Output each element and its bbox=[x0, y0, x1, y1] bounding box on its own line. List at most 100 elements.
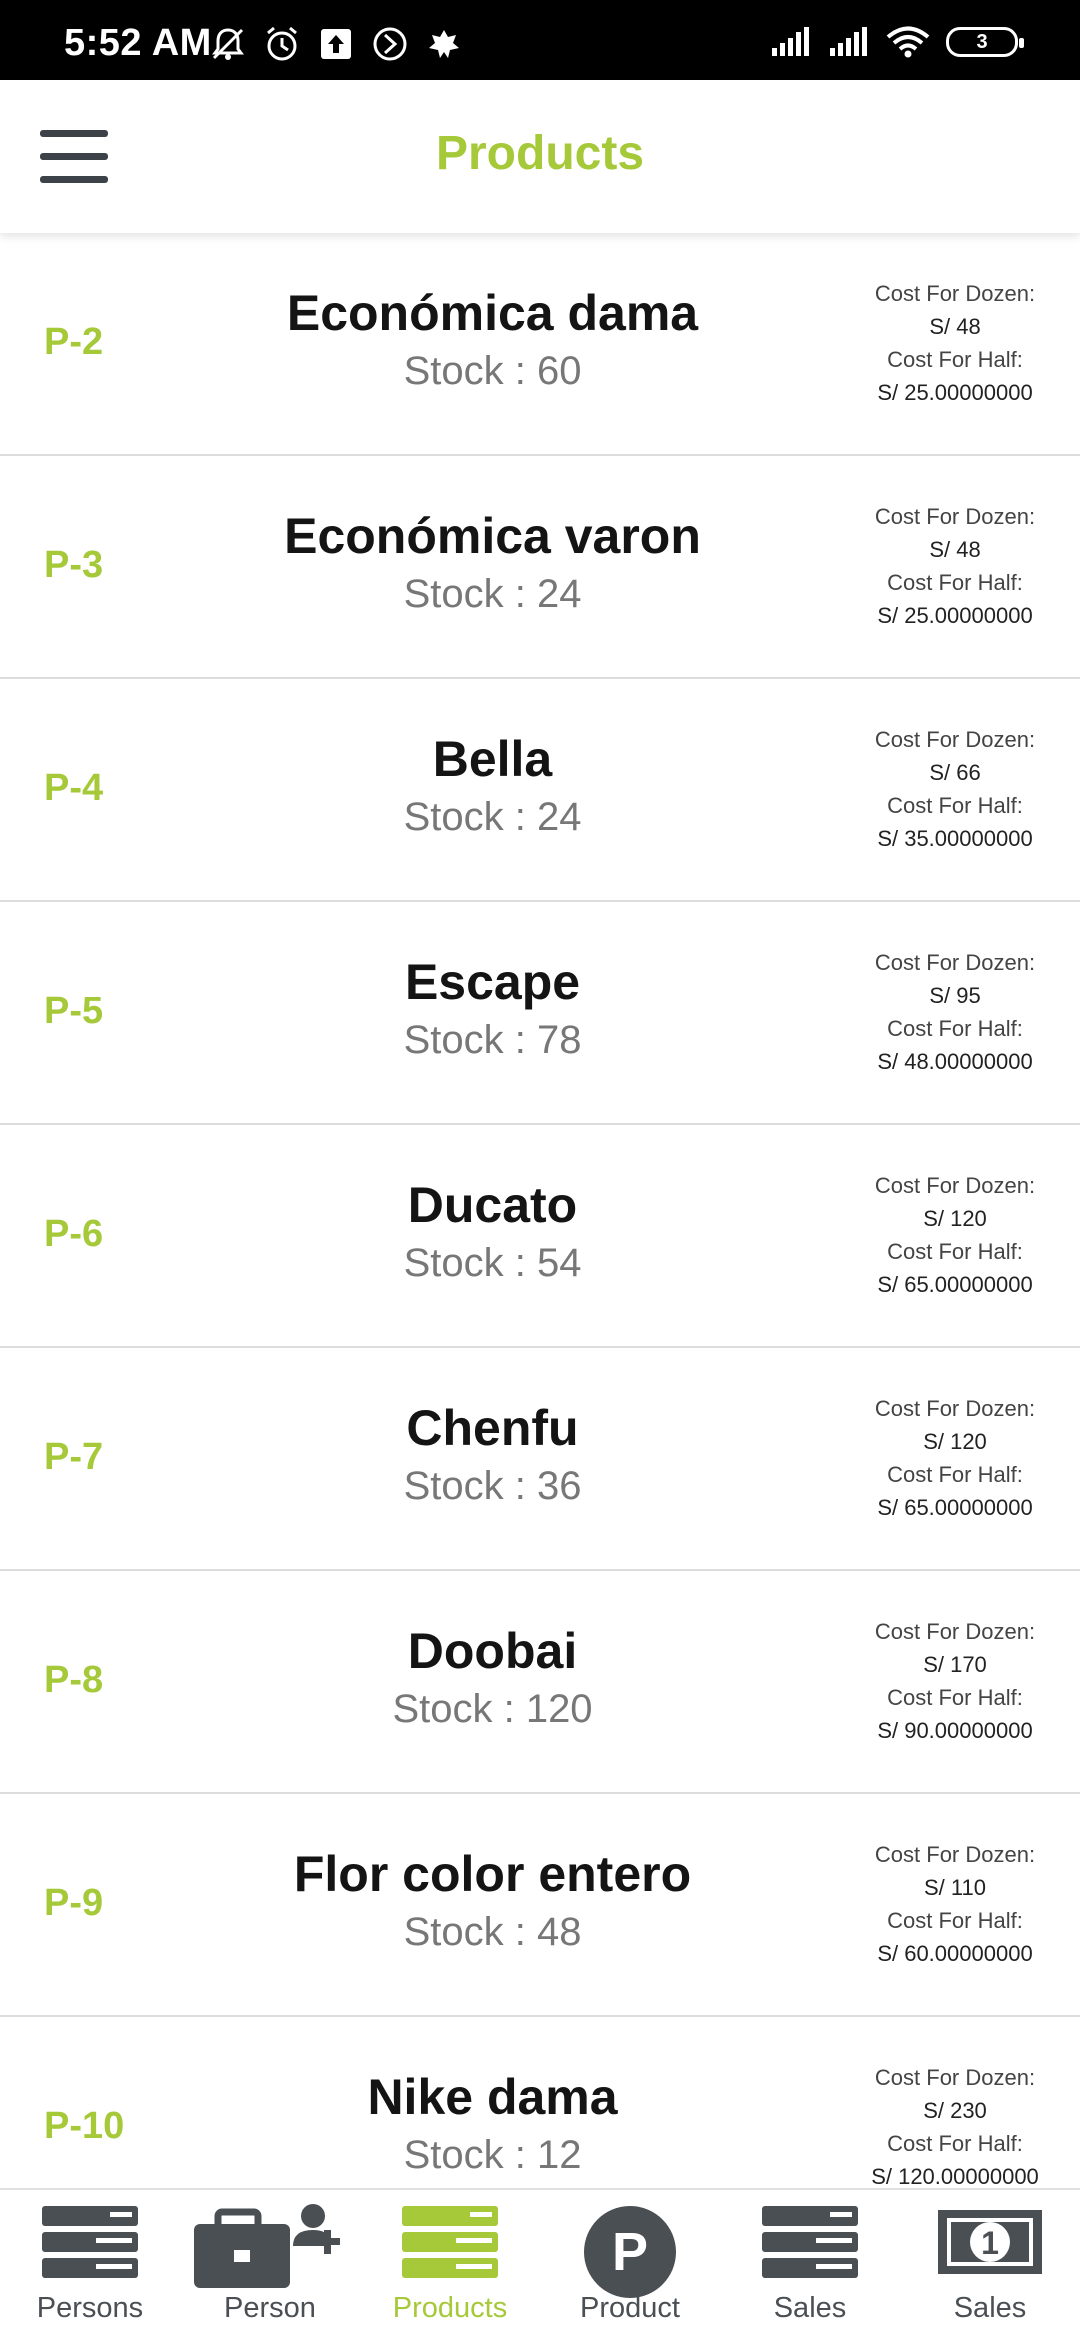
list-item[interactable]: P-2 Económica dama Stock : 60 Cost For D… bbox=[0, 233, 1080, 456]
product-costs: Cost For Dozen: S/ 48 Cost For Half: S/ … bbox=[860, 500, 1050, 632]
list-icon bbox=[402, 2206, 498, 2278]
product-stock: Stock : 24 bbox=[403, 572, 582, 616]
product-code: P-6 bbox=[44, 1213, 104, 1255]
cost-half-label: Cost For Half: bbox=[887, 1016, 1023, 1041]
nav-label: Sales bbox=[773, 2292, 847, 2324]
product-code: P-7 bbox=[44, 1436, 104, 1478]
list-item[interactable]: P-10 Nike dama Stock : 12 Cost For Dozen… bbox=[0, 2017, 1080, 2188]
cost-dozen-label: Cost For Dozen: bbox=[874, 1619, 1036, 1644]
product-info: Ducato Stock : 54 bbox=[190, 1175, 795, 1286]
list-item[interactable]: P-7 Chenfu Stock : 36 Cost For Dozen: S/… bbox=[0, 1348, 1080, 1571]
product-costs: Cost For Dozen: S/ 48 Cost For Half: S/ … bbox=[860, 277, 1050, 409]
svg-text:P: P bbox=[612, 2222, 648, 2282]
product-costs: Cost For Dozen: S/ 120 Cost For Half: S/… bbox=[860, 1169, 1050, 1301]
list-item[interactable]: P-5 Escape Stock : 78 Cost For Dozen: S/… bbox=[0, 902, 1080, 1125]
product-stock: Stock : 54 bbox=[403, 1241, 582, 1285]
nav-label: Sales bbox=[953, 2292, 1027, 2324]
cost-dozen-value: S/ 48 bbox=[929, 537, 981, 562]
product-name: Nike dama bbox=[367, 2069, 618, 2125]
product-code: P-8 bbox=[44, 1659, 104, 1701]
list-item[interactable]: P-8 Doobai Stock : 120 Cost For Dozen: S… bbox=[0, 1571, 1080, 1794]
product-name: Flor color entero bbox=[293, 1846, 692, 1902]
status-bar: 5:52 AM 3 bbox=[0, 0, 1080, 80]
cost-dozen-label: Cost For Dozen: bbox=[874, 1396, 1036, 1421]
cost-half-value: S/ 48.00000000 bbox=[877, 1049, 1033, 1074]
cost-dozen-label: Cost For Dozen: bbox=[874, 2065, 1036, 2090]
cost-half-value: S/ 25.00000000 bbox=[877, 603, 1033, 628]
cost-half-value: S/ 25.00000000 bbox=[877, 380, 1033, 405]
cost-half-value: S/ 60.00000000 bbox=[877, 1941, 1033, 1966]
product-info: Económica dama Stock : 60 bbox=[190, 283, 795, 394]
product-info: Escape Stock : 78 bbox=[190, 952, 795, 1063]
cost-half-label: Cost For Half: bbox=[887, 793, 1023, 818]
cost-dozen-value: S/ 120 bbox=[923, 1429, 987, 1454]
cost-half-label: Cost For Half: bbox=[887, 570, 1023, 595]
list-item[interactable]: P-9 Flor color entero Stock : 48 Cost Fo… bbox=[0, 1794, 1080, 2017]
product-stock: Stock : 12 bbox=[403, 2133, 582, 2177]
nav-item-person-1[interactable]: Person bbox=[180, 2190, 360, 2340]
cost-half-value: S/ 90.00000000 bbox=[877, 1718, 1033, 1743]
product-code: P-10 bbox=[44, 2105, 125, 2147]
cost-dozen-label: Cost For Dozen: bbox=[874, 1842, 1036, 1867]
product-stock: Stock : 36 bbox=[403, 1464, 582, 1508]
cost-half-label: Cost For Half: bbox=[887, 1908, 1023, 1933]
mute-bell-icon bbox=[212, 28, 244, 60]
list-item[interactable]: P-3 Económica varon Stock : 24 Cost For … bbox=[0, 456, 1080, 679]
nav-label: Products bbox=[392, 2292, 508, 2324]
briefcase-add-person-icon bbox=[194, 2204, 340, 2288]
product-name: Chenfu bbox=[406, 1400, 579, 1456]
product-name: Bella bbox=[432, 731, 553, 787]
cost-half-value: S/ 65.00000000 bbox=[877, 1272, 1033, 1297]
nav-item-product-3[interactable]: P Product bbox=[540, 2190, 720, 2340]
product-info: Nike dama Stock : 12 bbox=[190, 2067, 795, 2178]
product-list[interactable]: P-2 Económica dama Stock : 60 Cost For D… bbox=[0, 233, 1080, 2188]
status-time: 5:52 AM bbox=[64, 22, 212, 64]
app-bar: Products bbox=[0, 80, 1080, 233]
product-code: P-5 bbox=[44, 990, 104, 1032]
product-name: Ducato bbox=[407, 1177, 578, 1233]
list-item[interactable]: P-6 Ducato Stock : 54 Cost For Dozen: S/… bbox=[0, 1125, 1080, 1348]
product-info: Bella Stock : 24 bbox=[190, 729, 795, 840]
product-costs: Cost For Dozen: S/ 110 Cost For Half: S/… bbox=[860, 1838, 1050, 1970]
leaf-icon bbox=[429, 30, 459, 58]
product-costs: Cost For Dozen: S/ 230 Cost For Half: S/… bbox=[860, 2061, 1050, 2188]
product-costs: Cost For Dozen: S/ 120 Cost For Half: S/… bbox=[860, 1392, 1050, 1524]
cost-dozen-value: S/ 48 bbox=[929, 314, 981, 339]
arrow-circle-icon bbox=[373, 27, 407, 61]
product-stock: Stock : 48 bbox=[403, 1910, 582, 1954]
product-code: P-9 bbox=[44, 1882, 104, 1924]
nav-item-persons-0[interactable]: Persons bbox=[0, 2190, 180, 2340]
svg-text:1: 1 bbox=[981, 2225, 999, 2261]
cost-dozen-value: S/ 110 bbox=[924, 1875, 986, 1900]
product-stock: Stock : 120 bbox=[392, 1687, 593, 1731]
product-name: Económica dama bbox=[286, 285, 699, 341]
product-code: P-2 bbox=[44, 321, 104, 363]
upload-icon bbox=[321, 29, 351, 59]
cost-dozen-label: Cost For Dozen: bbox=[874, 1173, 1036, 1198]
cost-dozen-label: Cost For Dozen: bbox=[874, 281, 1036, 306]
cost-dozen-label: Cost For Dozen: bbox=[874, 727, 1036, 752]
product-info: Flor color entero Stock : 48 bbox=[190, 1844, 795, 1955]
alarm-icon bbox=[267, 26, 297, 61]
list-icon bbox=[762, 2206, 858, 2278]
status-icons-left bbox=[208, 24, 464, 61]
cost-dozen-value: S/ 170 bbox=[923, 1652, 987, 1677]
product-stock: Stock : 24 bbox=[403, 795, 582, 839]
cost-half-label: Cost For Half: bbox=[887, 2131, 1023, 2156]
cost-half-value: S/ 65.00000000 bbox=[877, 1495, 1033, 1520]
nav-item-sales-4[interactable]: Sales bbox=[720, 2190, 900, 2340]
banknote-icon: 1 bbox=[938, 2210, 1042, 2274]
nav-label: Persons bbox=[36, 2292, 144, 2324]
nav-item-sales-5[interactable]: 1 Sales bbox=[900, 2190, 1080, 2340]
nav-item-products-2[interactable]: Products bbox=[360, 2190, 540, 2340]
product-name: Escape bbox=[404, 954, 581, 1010]
wifi-icon bbox=[886, 26, 930, 58]
signal-icon bbox=[772, 27, 809, 56]
product-info: Chenfu Stock : 36 bbox=[190, 1398, 795, 1509]
product-code: P-3 bbox=[44, 544, 104, 586]
signal-icon bbox=[830, 27, 867, 56]
list-item[interactable]: P-4 Bella Stock : 24 Cost For Dozen: S/ … bbox=[0, 679, 1080, 902]
cost-half-label: Cost For Half: bbox=[887, 1462, 1023, 1487]
parking-p-icon: P bbox=[584, 2206, 676, 2298]
product-name: Doobai bbox=[407, 1623, 578, 1679]
